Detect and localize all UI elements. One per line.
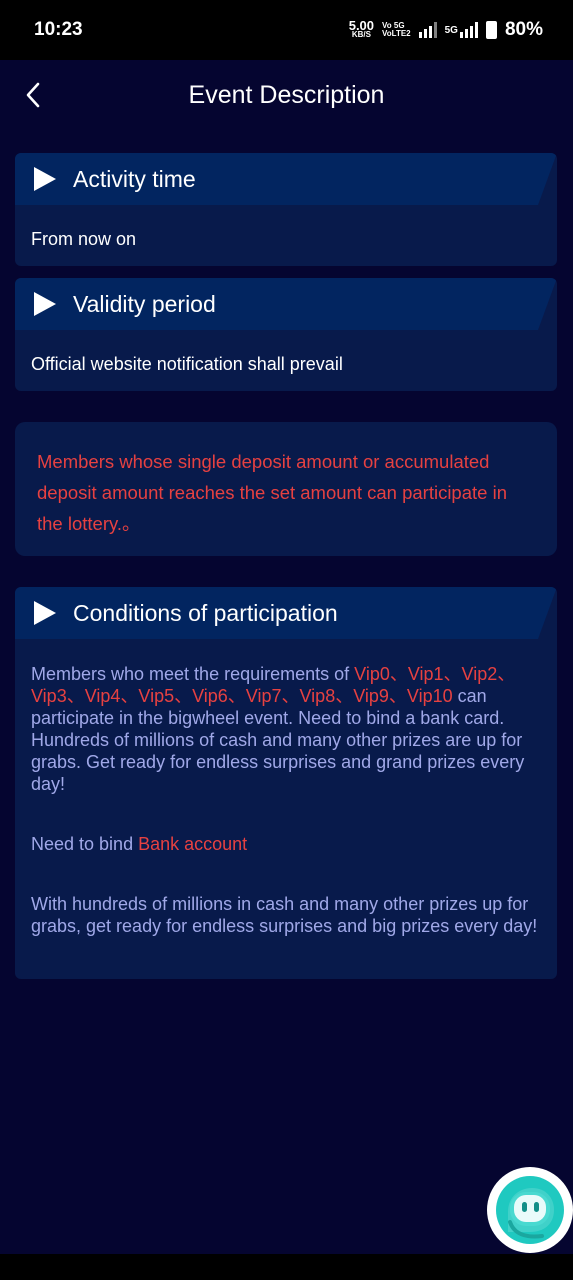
battery-icon [485,21,497,39]
play-triangle-icon [34,292,56,316]
conditions-paragraph-2: Need to bind Bank account [31,834,248,854]
conditions-header: Conditions of participation [15,587,557,639]
activity-time-title: Activity time [73,165,196,192]
validity-period-title: Validity period [73,290,216,317]
battery-percent: 80% [504,19,543,40]
activity-time-header: Activity time [15,153,557,205]
volte-indicator: Vo 5G VoLTE2 [382,21,411,38]
bank-account-link[interactable]: Bank account [138,834,247,854]
page-title: Event Description [188,80,385,109]
page-header: Event Description [0,60,573,130]
conditions-title: Conditions of participation [73,599,338,626]
validity-period-body: Official website notification shall prev… [31,354,343,374]
play-triangle-icon [34,167,56,191]
chevron-left-icon [26,82,40,108]
chat-bot-icon [496,1176,564,1244]
activity-time-card: Activity time From now on [15,153,557,266]
validity-period-header: Validity period [15,278,557,330]
signal-bars-icon-2 [459,22,478,38]
conditions-paragraph-3: With hundreds of millions in cash and ma… [31,894,538,936]
deposit-notice: Members whose single deposit amount or a… [15,422,557,556]
status-indicators: 5.00 KB/S Vo 5G VoLTE2 5G 80% [349,19,543,41]
validity-period-card: Validity period Official website notific… [15,278,557,391]
status-bar: 10:23 5.00 KB/S Vo 5G VoLTE2 5G 80% [0,0,573,60]
conditions-paragraph-1: Members who meet the requirements of Vip… [31,664,525,794]
network-speed: 5.00 KB/S [348,18,375,39]
activity-time-body: From now on [31,229,137,249]
conditions-card: Conditions of participation Members who … [15,587,557,979]
network-type: 5G [444,24,458,36]
status-time: 10:23 [34,19,83,40]
back-button[interactable] [20,80,46,110]
chat-support-button[interactable] [487,1167,573,1253]
play-triangle-icon [34,601,56,625]
signal-bars-icon [418,22,437,38]
conditions-body: Members who meet the requirements of Vip… [15,639,557,937]
navigation-bar [0,1254,573,1280]
